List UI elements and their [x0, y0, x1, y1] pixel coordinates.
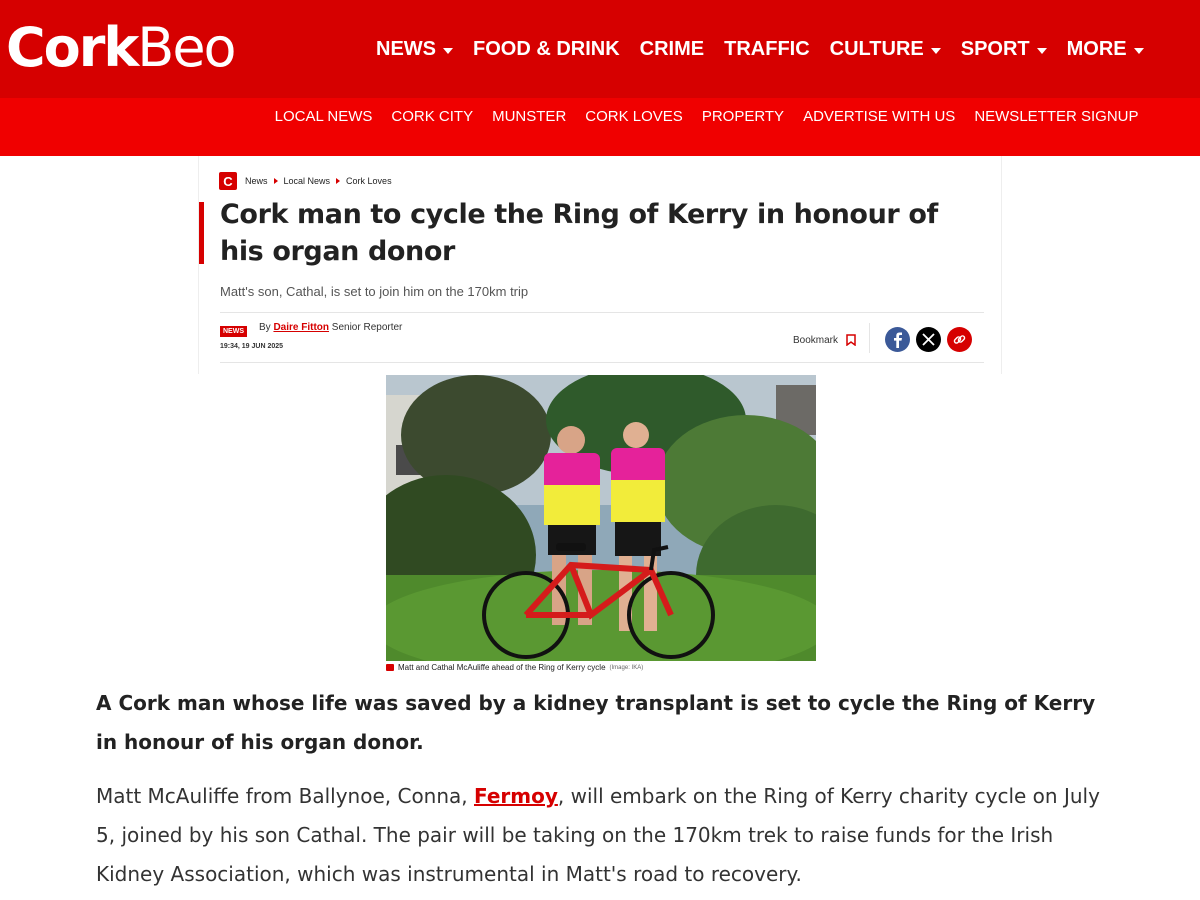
copy-link-button[interactable]: [947, 327, 972, 352]
byline-prefix: By: [259, 322, 271, 333]
nav-traffic-label: TRAFFIC: [724, 38, 810, 60]
divider: [869, 323, 870, 353]
facebook-share-button[interactable]: [885, 327, 910, 352]
page-title: Cork man to cycle the Ring of Kerry in h…: [220, 199, 938, 267]
nav-more[interactable]: MORE: [1057, 38, 1154, 61]
caret-down-icon: [1036, 47, 1047, 54]
nav-traffic[interactable]: TRAFFIC: [714, 38, 820, 61]
main-nav: NEWS FOOD & DRINK CRIME TRAFFIC CULTURE …: [366, 38, 1154, 61]
photo-illustration: [386, 375, 816, 661]
caption-text: Matt and Cathal McAuliffe ahead of the R…: [398, 663, 606, 672]
subnav-cork-loves[interactable]: CORK LOVES: [576, 108, 693, 125]
nav-food-drink-label: FOOD & DRINK: [473, 38, 620, 60]
subnav-munster[interactable]: MUNSTER: [483, 108, 576, 125]
standfirst: Matt's son, Cathal, is set to join him o…: [220, 284, 529, 299]
nav-food-drink[interactable]: FOOD & DRINK: [463, 38, 630, 61]
breadcrumb-news[interactable]: News: [245, 176, 268, 186]
para-text-before: Matt McAuliffe from Ballynoe, Conna,: [96, 784, 474, 808]
publish-timestamp: 19:34, 19 JUN 2025: [220, 343, 284, 350]
bookmark-button[interactable]: Bookmark: [793, 334, 856, 346]
sub-nav: LOCAL NEWS CORK CITY MUNSTER CORK LOVES …: [265, 108, 1148, 125]
breadcrumb-cork-loves[interactable]: Cork Loves: [346, 176, 392, 186]
nav-crime-label: CRIME: [639, 38, 705, 60]
subnav-local-news[interactable]: LOCAL NEWS: [265, 108, 382, 125]
author-role: Senior Reporter: [331, 322, 403, 333]
divider: [220, 312, 984, 313]
corkbeo-logo[interactable]: Cork Beo: [6, 16, 237, 80]
sub-header: LOCAL NEWS CORK CITY MUNSTER CORK LOVES …: [0, 98, 1200, 156]
byline: By Daire Fitton Senior Reporter: [259, 322, 402, 333]
nav-sport-label: SPORT: [960, 38, 1030, 60]
logo-cork: Cork: [6, 16, 139, 79]
author-link[interactable]: Daire Fitton: [273, 322, 329, 333]
caret-down-icon: [930, 47, 941, 54]
nav-more-label: MORE: [1066, 38, 1127, 60]
subnav-advertise[interactable]: ADVERTISE WITH US: [794, 108, 965, 125]
bookmark-icon: [846, 334, 856, 346]
article-header: C News Local News Cork Loves Cork man to…: [198, 156, 1002, 374]
subnav-newsletter[interactable]: NEWSLETTER SIGNUP: [965, 108, 1148, 125]
photo-caption: Matt and Cathal McAuliffe ahead of the R…: [386, 663, 643, 672]
news-badge: NEWS: [220, 326, 247, 337]
nav-culture-label: CULTURE: [829, 38, 924, 60]
nav-news-label: NEWS: [376, 38, 436, 60]
divider: [220, 362, 984, 363]
breadcrumb: C News Local News Cork Loves: [219, 172, 392, 190]
chevron-right-icon: [273, 178, 278, 184]
caption-credit: (Image: IKA): [609, 664, 644, 671]
facebook-icon: [893, 332, 902, 348]
breadcrumb-logo[interactable]: C: [219, 172, 237, 190]
article-lead: A Cork man whose life was saved by a kid…: [96, 691, 1096, 754]
subnav-cork-city[interactable]: CORK CITY: [382, 108, 483, 125]
caret-down-icon: [1133, 47, 1144, 54]
nav-news[interactable]: NEWS: [366, 38, 463, 61]
article-paragraph: Matt McAuliffe from Ballynoe, Conna, Fer…: [96, 777, 1116, 894]
chevron-right-icon: [336, 178, 341, 184]
x-icon: [922, 333, 935, 346]
subnav-property[interactable]: PROPERTY: [692, 108, 793, 125]
fermoy-link[interactable]: Fermoy: [474, 784, 558, 808]
bookmark-label: Bookmark: [793, 334, 839, 346]
link-icon: [953, 335, 966, 344]
caret-down-icon: [443, 47, 453, 54]
breadcrumb-local-news[interactable]: Local News: [284, 176, 331, 186]
nav-sport[interactable]: SPORT: [951, 38, 1057, 61]
nav-crime[interactable]: CRIME: [630, 38, 714, 61]
headline-accent-bar: [199, 202, 204, 264]
nav-culture[interactable]: CULTURE: [820, 38, 951, 61]
x-share-button[interactable]: [916, 327, 941, 352]
logo-beo: Beo: [137, 16, 236, 79]
camera-icon: [386, 664, 394, 671]
top-header: Cork Beo NEWS FOOD & DRINK CRIME TRAFFIC …: [0, 0, 1200, 98]
article-photo: [386, 375, 816, 661]
